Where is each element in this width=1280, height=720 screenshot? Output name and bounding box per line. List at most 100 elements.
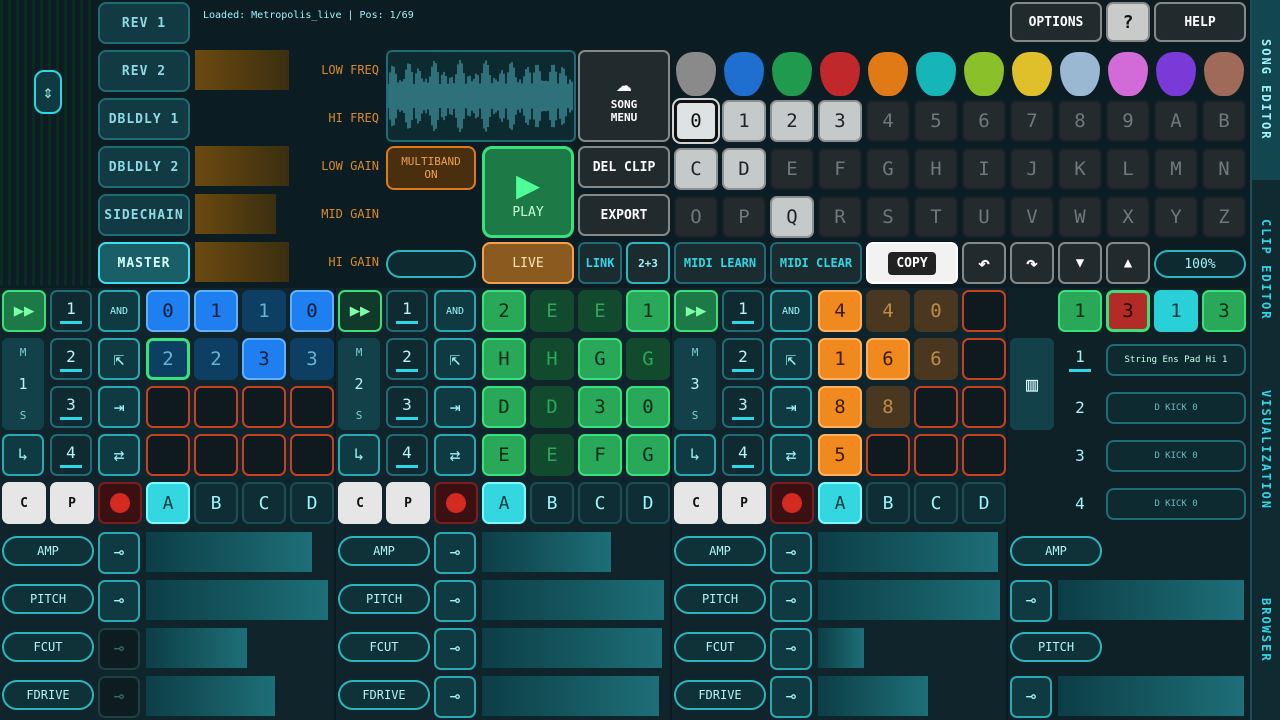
key-3[interactable]: 3 bbox=[818, 100, 862, 142]
redo-button[interactable]: ↷ bbox=[1010, 242, 1054, 284]
row-4-button[interactable]: 4 bbox=[386, 434, 428, 476]
and-icon[interactable]: AND bbox=[98, 290, 140, 332]
mod-amount-bar[interactable] bbox=[482, 532, 611, 572]
mod-amount-bar[interactable] bbox=[1058, 580, 1244, 620]
key-W[interactable]: W bbox=[1058, 196, 1102, 238]
clip-pad[interactable] bbox=[962, 338, 1006, 380]
clip-pad[interactable]: 1 bbox=[242, 290, 286, 332]
key-9[interactable]: 9 bbox=[1106, 100, 1150, 142]
instrument-row-4[interactable]: 4 bbox=[1058, 482, 1102, 524]
route-down-icon[interactable]: ↳ bbox=[338, 434, 380, 476]
mod-amount-bar[interactable] bbox=[818, 676, 928, 716]
key-B[interactable]: B bbox=[1202, 100, 1246, 142]
tab-browser[interactable]: BROWSER bbox=[1250, 540, 1280, 720]
link-button[interactable]: LINK bbox=[578, 242, 622, 284]
clip-pad[interactable]: 2 bbox=[146, 338, 190, 380]
clip-pad[interactable]: 0 bbox=[914, 290, 958, 332]
clip-pad[interactable] bbox=[194, 434, 238, 476]
instrument-slot[interactable]: D KICK 0 bbox=[1106, 440, 1246, 472]
solo-button[interactable]: S bbox=[356, 409, 363, 422]
mod-fcut[interactable]: FCUT bbox=[338, 632, 430, 662]
swap-icon[interactable]: ⇄ bbox=[98, 434, 140, 476]
instrument-row-1[interactable]: 1 bbox=[1058, 338, 1102, 380]
clip-pad[interactable]: 1 bbox=[626, 290, 670, 332]
clip-pad[interactable] bbox=[962, 290, 1006, 332]
clip-pad[interactable]: 3 bbox=[242, 338, 286, 380]
mod-pitch[interactable]: PITCH bbox=[1010, 632, 1102, 662]
clip-pad[interactable]: G bbox=[578, 338, 622, 380]
key-S[interactable]: S bbox=[866, 196, 910, 238]
key-7[interactable]: 7 bbox=[1010, 100, 1054, 142]
song-menu-button[interactable]: ☁ SONG MENU bbox=[578, 50, 670, 142]
fx-dbldly1[interactable]: DBLDLY 1 bbox=[98, 98, 190, 140]
fast-forward-button[interactable]: ▶▶ bbox=[674, 290, 718, 332]
mod-amp[interactable]: AMP bbox=[2, 536, 94, 566]
zoom-level[interactable]: 100% bbox=[1154, 250, 1246, 278]
mod-amount-bar[interactable] bbox=[146, 532, 312, 572]
empty-field[interactable] bbox=[386, 250, 476, 278]
instrument-pad[interactable]: 1 bbox=[1058, 290, 1102, 332]
paste-clip-button[interactable]: P bbox=[50, 482, 94, 524]
instrument-slot[interactable]: D KICK 0 bbox=[1106, 392, 1246, 424]
mute-button[interactable]: M bbox=[692, 346, 699, 359]
key-R[interactable]: R bbox=[818, 196, 862, 238]
instrument-row-3[interactable]: 3 bbox=[1058, 434, 1102, 476]
mod-amp[interactable]: AMP bbox=[1010, 536, 1102, 566]
route-down-icon[interactable]: ↳ bbox=[2, 434, 44, 476]
clip-pad[interactable]: 5 bbox=[818, 434, 862, 476]
mod-link-icon[interactable]: ⊸ bbox=[1010, 676, 1052, 718]
piano-icon[interactable]: ▥ bbox=[1010, 338, 1054, 430]
row-4-button[interactable]: 4 bbox=[722, 434, 764, 476]
mod-link-icon[interactable]: ⊸ bbox=[434, 628, 476, 670]
mod-fcut[interactable]: FCUT bbox=[2, 632, 94, 662]
mod-link-icon[interactable]: ⊸ bbox=[770, 676, 812, 718]
key-N[interactable]: N bbox=[1202, 148, 1246, 190]
clip-pad[interactable]: 8 bbox=[818, 386, 862, 428]
loop-icon[interactable]: ⇱ bbox=[98, 338, 140, 380]
mod-link-icon[interactable]: ⊸ bbox=[98, 628, 140, 670]
fx-master[interactable]: MASTER bbox=[98, 242, 190, 284]
key-M[interactable]: M bbox=[1154, 148, 1198, 190]
key-5[interactable]: 5 bbox=[914, 100, 958, 142]
key-U[interactable]: U bbox=[962, 196, 1006, 238]
scene-A[interactable]: A bbox=[482, 482, 526, 524]
key-4[interactable]: 4 bbox=[866, 100, 910, 142]
volume-slider-handle[interactable]: ⇕ bbox=[34, 70, 62, 114]
mod-amount-bar[interactable] bbox=[146, 676, 275, 716]
key-A[interactable]: A bbox=[1154, 100, 1198, 142]
scroll-up-button[interactable]: ▲ bbox=[1106, 242, 1150, 284]
color-pick-11[interactable] bbox=[1204, 52, 1244, 96]
key-2[interactable]: 2 bbox=[770, 100, 814, 142]
link-23-button[interactable]: 2+3 bbox=[626, 242, 670, 284]
clip-pad[interactable] bbox=[242, 434, 286, 476]
key-F[interactable]: F bbox=[818, 148, 862, 190]
row-1-button[interactable]: 1 bbox=[722, 290, 764, 332]
row-1-button[interactable]: 1 bbox=[386, 290, 428, 332]
clip-pad[interactable]: 6 bbox=[866, 338, 910, 380]
color-pick-4[interactable] bbox=[868, 52, 908, 96]
mod-amount-bar[interactable] bbox=[482, 580, 664, 620]
instrument-slot[interactable]: D KICK 0 bbox=[1106, 488, 1246, 520]
mod-fdrive[interactable]: FDRIVE bbox=[2, 680, 94, 710]
clip-pad[interactable] bbox=[194, 386, 238, 428]
export-button[interactable]: EXPORT bbox=[578, 194, 670, 236]
mod-amp[interactable]: AMP bbox=[338, 536, 430, 566]
clip-pad[interactable]: H bbox=[482, 338, 526, 380]
mod-link-icon[interactable]: ⊸ bbox=[434, 676, 476, 718]
mod-fcut[interactable]: FCUT bbox=[674, 632, 766, 662]
fast-forward-button[interactable]: ▶▶ bbox=[338, 290, 382, 332]
mod-amount-bar[interactable] bbox=[818, 580, 1000, 620]
mod-amount-bar[interactable] bbox=[146, 628, 247, 668]
scene-A[interactable]: A bbox=[146, 482, 190, 524]
eq-low-freq[interactable]: LOW FREQ bbox=[195, 50, 383, 90]
route-down-icon[interactable]: ↳ bbox=[674, 434, 716, 476]
row-4-button[interactable]: 4 bbox=[50, 434, 92, 476]
clip-pad[interactable]: 2 bbox=[482, 290, 526, 332]
step-icon[interactable]: ⇥ bbox=[98, 386, 140, 428]
clip-pad[interactable]: 1 bbox=[194, 290, 238, 332]
swap-icon[interactable]: ⇄ bbox=[770, 434, 812, 476]
scene-C[interactable]: C bbox=[914, 482, 958, 524]
scene-C[interactable]: C bbox=[578, 482, 622, 524]
row-3-button[interactable]: 3 bbox=[386, 386, 428, 428]
color-pick-7[interactable] bbox=[1012, 52, 1052, 96]
